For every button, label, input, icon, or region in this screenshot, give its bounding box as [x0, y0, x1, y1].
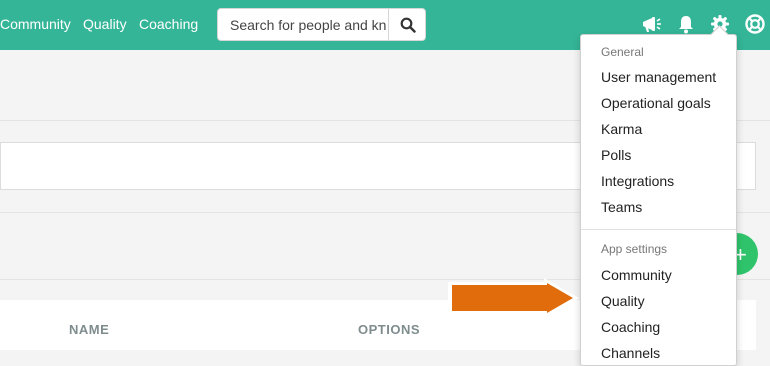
menu-item-teams[interactable]: Teams: [601, 199, 642, 215]
menu-item-coaching[interactable]: Coaching: [601, 319, 660, 335]
menu-divider: [581, 229, 736, 230]
menu-item-user-management[interactable]: User management: [601, 69, 716, 85]
settings-dropdown: General User management Operational goal…: [580, 34, 737, 366]
pointer-arrow: [448, 278, 579, 318]
menu-item-karma[interactable]: Karma: [601, 121, 642, 137]
megaphone-icon[interactable]: [640, 13, 662, 35]
menu-item-community[interactable]: Community: [601, 267, 672, 283]
column-header-options: OPTIONS: [358, 322, 421, 337]
menu-section-general: General: [601, 45, 644, 59]
search-icon: [400, 17, 416, 33]
menu-item-channels[interactable]: Channels: [601, 345, 660, 361]
menu-section-app-settings: App settings: [601, 242, 668, 256]
menu-item-integrations[interactable]: Integrations: [601, 173, 674, 189]
search-input[interactable]: [218, 9, 388, 40]
nav-link-quality[interactable]: Quality: [83, 16, 127, 32]
menu-item-operational-goals[interactable]: Operational goals: [601, 95, 711, 111]
menu-item-polls[interactable]: Polls: [601, 147, 631, 163]
search-box: [217, 8, 426, 41]
nav-link-community[interactable]: Community: [0, 16, 71, 32]
column-header-name: NAME: [69, 322, 110, 337]
nav-link-coaching[interactable]: Coaching: [139, 16, 198, 32]
bell-icon[interactable]: [675, 13, 697, 35]
help-icon[interactable]: [744, 13, 766, 35]
search-button[interactable]: [388, 9, 427, 40]
menu-item-quality[interactable]: Quality: [601, 293, 645, 309]
